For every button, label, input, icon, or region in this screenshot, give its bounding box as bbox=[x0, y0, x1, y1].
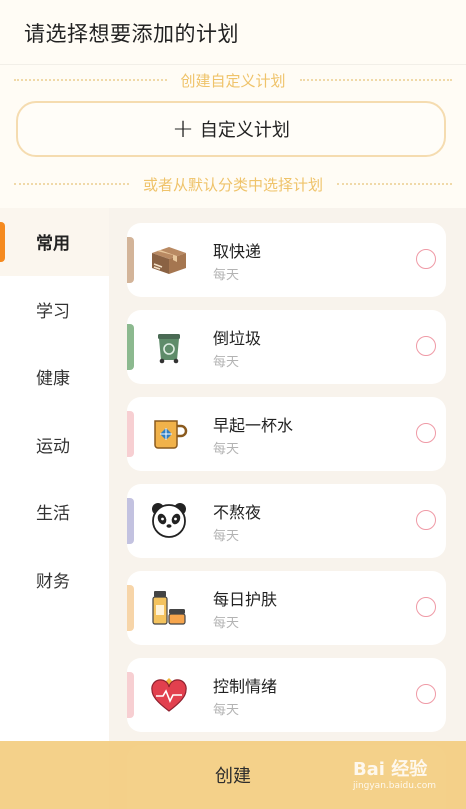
parcel-box-icon bbox=[152, 247, 186, 274]
plan-name: 不熬夜 bbox=[213, 503, 262, 522]
custom-plan-label: 自定义计划 bbox=[199, 120, 290, 141]
sidebar-item-study[interactable]: 学习 bbox=[0, 276, 109, 344]
plan-card[interactable]: 早起一杯水 每天 bbox=[127, 397, 446, 471]
plan-name: 每日护肤 bbox=[213, 590, 278, 609]
plan-frequency: 每天 bbox=[213, 442, 240, 457]
dotted-line bbox=[337, 183, 453, 185]
plan-frequency: 每天 bbox=[213, 355, 240, 370]
accent-bar bbox=[127, 672, 134, 718]
plan-card[interactable]: 倒垃圾 每天 bbox=[127, 310, 446, 384]
page-title: 请选择想要添加的计划 bbox=[24, 22, 239, 46]
sidebar-item-label: 健康 bbox=[36, 369, 70, 390]
plan-name: 取快递 bbox=[213, 242, 262, 261]
plan-frequency: 每天 bbox=[213, 529, 240, 544]
select-radio[interactable] bbox=[416, 597, 436, 617]
trash-bin-icon bbox=[158, 334, 180, 364]
dotted-line bbox=[14, 79, 167, 81]
watermark-sub: jingyan.baidu.com bbox=[352, 781, 436, 791]
header: 请选择想要添加的计划 bbox=[0, 0, 466, 65]
default-section-divider: 或者从默认分类中选择计划 bbox=[0, 172, 466, 196]
sidebar-item-health[interactable]: 健康 bbox=[0, 343, 109, 411]
create-button[interactable]: 创建 Bai 经验 jingyan.baidu.com bbox=[0, 741, 466, 809]
sidebar-item-label: 财务 bbox=[36, 571, 70, 592]
plan-name: 早起一杯水 bbox=[213, 416, 294, 435]
plus-icon: + bbox=[172, 114, 194, 144]
watermark: Bai 经验 jingyan.baidu.com bbox=[353, 755, 436, 791]
skincare-icon bbox=[152, 591, 186, 625]
sidebar-item-label: 运动 bbox=[36, 436, 70, 457]
sidebar-item-label: 生活 bbox=[36, 504, 70, 525]
dotted-line bbox=[299, 79, 453, 81]
select-radio[interactable] bbox=[416, 510, 436, 530]
sidebar-item-sport[interactable]: 运动 bbox=[0, 411, 109, 479]
sidebar-item-life[interactable]: 生活 bbox=[0, 478, 109, 546]
custom-section-divider: 创建自定义计划 bbox=[0, 68, 466, 92]
category-sidebar: 常用 学习 健康 运动 生活 财务 bbox=[0, 208, 109, 809]
plan-card[interactable]: 每日护肤 每天 bbox=[127, 571, 446, 645]
accent-bar bbox=[127, 324, 134, 370]
accent-bar bbox=[127, 411, 134, 457]
select-radio[interactable] bbox=[416, 684, 436, 704]
water-cup-icon bbox=[154, 420, 188, 449]
select-radio[interactable] bbox=[416, 423, 436, 443]
sidebar-item-common[interactable]: 常用 bbox=[0, 208, 109, 276]
panda-icon bbox=[152, 503, 186, 538]
sidebar-item-finance[interactable]: 财务 bbox=[0, 546, 109, 614]
plan-frequency: 每天 bbox=[213, 616, 240, 631]
dotted-line bbox=[14, 183, 129, 185]
plan-frequency: 每天 bbox=[213, 703, 240, 718]
default-section-label: 或者从默认分类中选择计划 bbox=[143, 175, 324, 194]
accent-bar bbox=[127, 585, 134, 631]
plan-name: 控制情绪 bbox=[213, 677, 278, 696]
plan-name: 倒垃圾 bbox=[213, 329, 262, 348]
custom-section-label: 创建自定义计划 bbox=[180, 71, 286, 90]
sidebar-item-label: 学习 bbox=[36, 301, 70, 322]
accent-bar bbox=[127, 498, 134, 544]
plan-card[interactable]: 取快递 每天 bbox=[127, 223, 446, 297]
create-label: 创建 bbox=[215, 766, 251, 787]
plan-card[interactable]: 不熬夜 每天 bbox=[127, 484, 446, 558]
sidebar-item-label: 常用 bbox=[36, 234, 70, 255]
select-radio[interactable] bbox=[416, 249, 436, 269]
watermark-text: Bai 经验 bbox=[352, 759, 428, 780]
accent-bar bbox=[127, 237, 134, 283]
plan-list: 取快递 每天 倒垃圾 每天 早起一杯水 每天 不熬夜 每天 每日护肤 每天 控制… bbox=[109, 208, 466, 809]
select-radio[interactable] bbox=[416, 336, 436, 356]
custom-plan-button[interactable]: + 自定义计划 bbox=[16, 101, 446, 157]
heart-icon bbox=[151, 678, 187, 712]
plan-card[interactable]: 控制情绪 每天 bbox=[127, 658, 446, 732]
plan-frequency: 每天 bbox=[213, 268, 240, 283]
